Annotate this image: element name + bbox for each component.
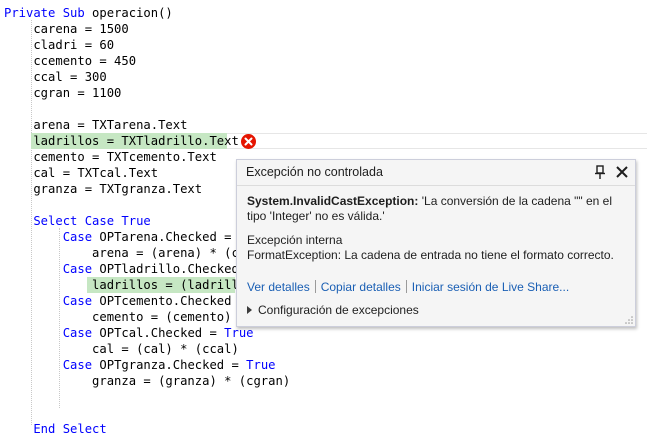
keyword: Case bbox=[4, 262, 93, 276]
link-separator bbox=[405, 280, 407, 293]
code-line[interactable]: cladri = 60 bbox=[4, 37, 114, 53]
exception-message: System.InvalidCastException: 'La convers… bbox=[247, 194, 627, 224]
live-share-link[interactable]: Iniciar sesión de Live Share... bbox=[412, 280, 569, 294]
code-line[interactable]: granza = (granza) * (cgran) bbox=[4, 373, 290, 389]
code-line[interactable]: cemento = (cemento) * bbox=[4, 309, 246, 325]
inner-exception-message: FormatException: La cadena de entrada no… bbox=[247, 248, 614, 262]
keyword: True bbox=[246, 358, 276, 372]
current-line-indicator bbox=[227, 133, 647, 149]
code-line[interactable]: cal = (cal) * (ccal) bbox=[4, 341, 239, 357]
expand-triangle-icon bbox=[247, 306, 252, 314]
popup-links: Ver detalles Copiar detalles Iniciar sesió… bbox=[247, 280, 569, 294]
code-line[interactable]: Case OPTarena.Checked = Tr bbox=[4, 229, 254, 245]
exception-settings-label: Configuración de excepciones bbox=[258, 303, 419, 317]
code-line[interactable]: ccal = 300 bbox=[4, 69, 107, 85]
view-details-link[interactable]: Ver detalles bbox=[247, 280, 310, 294]
code-text: arena = TXTarena.Text bbox=[4, 118, 188, 132]
code-line[interactable]: Case OPTcemento.Checked = bbox=[4, 293, 246, 309]
code-text: cgran = 1100 bbox=[4, 86, 122, 100]
code-text: OPTgranza.Checked = bbox=[92, 358, 247, 372]
code-line[interactable]: Case OPTgranza.Checked = True bbox=[4, 357, 276, 373]
code-text: ladrillos = (ladrillo bbox=[4, 278, 247, 292]
code-text: carena = 1500 bbox=[4, 22, 129, 36]
code-line[interactable]: ccemento = 450 bbox=[4, 53, 136, 69]
code-line[interactable]: ladrillos = (ladrillo bbox=[4, 277, 246, 293]
code-line[interactable]: carena = 1500 bbox=[4, 21, 129, 37]
code-text: OPTladrillo.Checked bbox=[92, 262, 239, 276]
keyword: Case bbox=[4, 230, 93, 244]
resize-grip-icon[interactable] bbox=[625, 316, 633, 324]
code-text: ccal = 300 bbox=[4, 70, 107, 84]
code-line[interactable]: granza = TXTgranza.Text bbox=[4, 181, 202, 197]
code-text: arena = (arena) * (ca bbox=[4, 246, 247, 260]
code-line[interactable]: Select Case True bbox=[4, 213, 151, 229]
code-text: cemento = (cemento) * bbox=[4, 310, 247, 324]
code-line[interactable]: arena = TXTarena.Text bbox=[4, 117, 187, 133]
code-text: OPTcal.Checked = bbox=[92, 326, 225, 340]
error-icon[interactable] bbox=[240, 133, 257, 150]
keyword: Case bbox=[4, 358, 93, 372]
code-line[interactable]: arena = (arena) * (ca bbox=[4, 245, 246, 261]
keyword: Case bbox=[4, 294, 93, 308]
exception-type: System.InvalidCastException: bbox=[247, 194, 419, 208]
exception-settings-toggle[interactable]: Configuración de excepciones bbox=[247, 303, 419, 317]
keyword: Case bbox=[4, 326, 93, 340]
keyword: End Select bbox=[4, 422, 107, 436]
code-text: operacion() bbox=[84, 6, 173, 20]
copy-details-link[interactable]: Copiar detalles bbox=[321, 280, 401, 294]
code-text: ladrillos = TXTladrillo.Text bbox=[4, 134, 239, 148]
exception-helper-popup: Excepción no controlada System.InvalidCa… bbox=[236, 159, 636, 327]
code-text: OPTcemento.Checked = bbox=[92, 294, 247, 308]
code-line[interactable]: Case OPTcal.Checked = True bbox=[4, 325, 254, 341]
code-text: ccemento = 450 bbox=[4, 54, 137, 68]
code-line[interactable]: cemento = TXTcemento.Text bbox=[4, 149, 217, 165]
code-text: cemento = TXTcemento.Text bbox=[4, 150, 217, 164]
keyword: Select Case True bbox=[4, 214, 151, 228]
link-separator bbox=[314, 280, 316, 293]
popup-body: System.InvalidCastException: 'La convers… bbox=[247, 194, 627, 263]
keyword: Private Sub bbox=[4, 6, 85, 20]
code-line[interactable]: Case OPTladrillo.Checked bbox=[4, 261, 239, 277]
popup-title: Excepción no controlada bbox=[246, 165, 383, 179]
code-text: cal = (cal) * (ccal) bbox=[4, 342, 239, 356]
code-line[interactable]: ladrillos = TXTladrillo.Text bbox=[4, 133, 239, 149]
code-text: OPTarena.Checked = bbox=[92, 230, 239, 244]
popup-header: Excepción no controlada bbox=[237, 160, 635, 186]
code-line[interactable]: cgran = 1100 bbox=[4, 85, 121, 101]
code-text: granza = (granza) * (cgran) bbox=[4, 374, 291, 388]
keyword: True bbox=[224, 326, 254, 340]
code-line[interactable]: cal = TXTcal.Text bbox=[4, 165, 158, 181]
pin-icon[interactable] bbox=[593, 164, 607, 180]
close-icon[interactable] bbox=[615, 165, 629, 179]
inner-exception-label: Excepción interna bbox=[247, 233, 343, 247]
code-text: cal = TXTcal.Text bbox=[4, 166, 159, 180]
code-text: cladri = 60 bbox=[4, 38, 115, 52]
code-line[interactable]: Private Sub operacion() bbox=[4, 5, 173, 21]
code-line[interactable]: End Select bbox=[4, 421, 107, 437]
code-text: granza = TXTgranza.Text bbox=[4, 182, 203, 196]
